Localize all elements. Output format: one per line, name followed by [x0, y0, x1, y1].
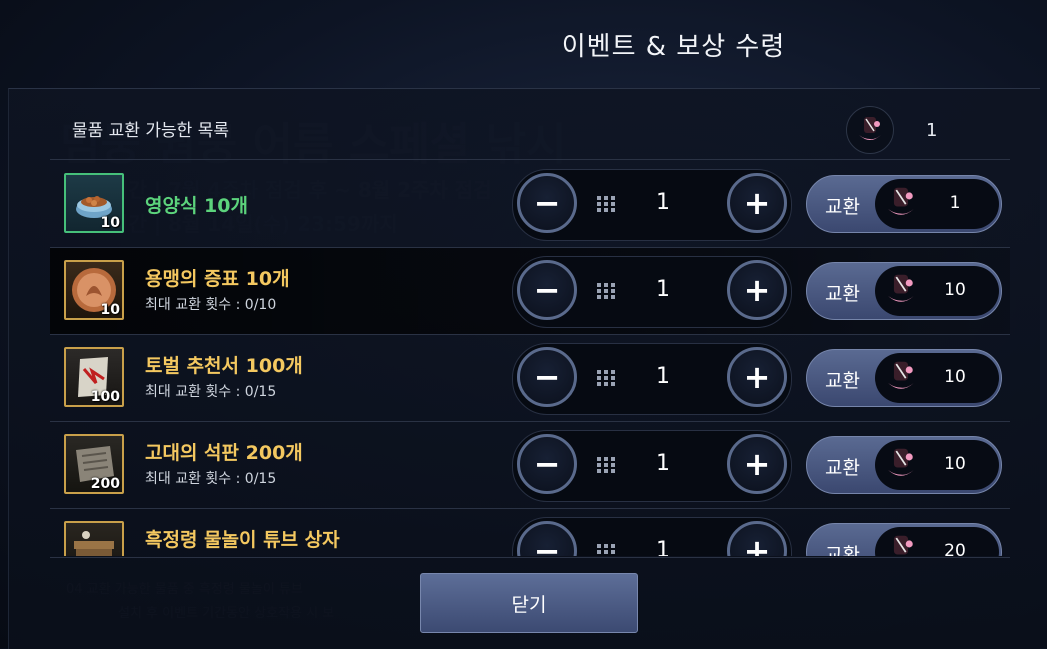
- quantity-value[interactable]: 1: [633, 277, 693, 302]
- exchange-label: 교환: [825, 457, 860, 479]
- ancient-tablet-icon: 200: [64, 434, 124, 494]
- quantity-value[interactable]: 1: [633, 364, 693, 389]
- exchange-button[interactable]: 교환 20: [806, 523, 1002, 556]
- exchange-button[interactable]: 교환 10: [806, 262, 1002, 320]
- quantity-value[interactable]: 1: [633, 538, 693, 556]
- list-item: 10 용맹의 증표 10개 최대 교환 횟수 : 0/10 − 1 + 교환 1…: [50, 248, 1010, 334]
- calculator-icon[interactable]: [597, 196, 615, 212]
- decrease-button[interactable]: −: [517, 521, 577, 556]
- icon-quantity: 100: [90, 389, 120, 405]
- decrease-button[interactable]: −: [517, 173, 577, 233]
- icon-quantity: 10: [100, 302, 120, 318]
- calculator-icon[interactable]: [597, 283, 615, 299]
- tube-box-icon: [64, 521, 124, 556]
- exchange-cost-value: 10: [944, 454, 966, 474]
- fishing-bait-token-icon: [888, 187, 914, 215]
- pet-food-bowl-icon: 10: [64, 173, 124, 233]
- increase-button[interactable]: +: [727, 260, 787, 320]
- increase-button[interactable]: +: [727, 347, 787, 407]
- exchange-cost-value: 1: [949, 193, 961, 213]
- exchange-cost: 10: [875, 353, 999, 403]
- exchange-button[interactable]: 교환 10: [806, 349, 1002, 407]
- item-name: 영양식 10개: [145, 195, 248, 217]
- list-item: 200 고대의 석판 200개 최대 교환 횟수 : 0/15 − 1 + 교환…: [50, 422, 1010, 508]
- icon-quantity: 10: [100, 215, 120, 231]
- quantity-stepper: − 1 +: [512, 517, 792, 556]
- exchange-list[interactable]: 10 영양식 10개 − 1 + 교환 1 10 용맹의 증표 10개 최대 교…: [50, 160, 1010, 556]
- quantity-value[interactable]: 1: [633, 451, 693, 476]
- quantity-stepper: − 1 +: [512, 169, 792, 241]
- quantity-value[interactable]: 1: [633, 190, 693, 215]
- decrease-button[interactable]: −: [517, 347, 577, 407]
- list-bottom-divider: [50, 557, 1010, 558]
- close-button[interactable]: 닫기: [420, 573, 638, 633]
- exchange-cost-value: 20: [944, 541, 966, 556]
- exchange-button[interactable]: 교환 10: [806, 436, 1002, 494]
- fishing-bait-token-icon: [888, 274, 914, 302]
- item-name: 용맹의 증표 10개: [145, 268, 290, 290]
- item-name: 흑정령 물놀이 튜브 상자: [145, 529, 340, 551]
- calculator-icon[interactable]: [597, 457, 615, 473]
- exchange-cost: 20: [875, 527, 999, 556]
- fishing-bait-token-icon: [846, 106, 894, 154]
- bravery-medal-icon: 10: [64, 260, 124, 320]
- recommendation-scroll-icon: 100: [64, 347, 124, 407]
- increase-button[interactable]: +: [727, 434, 787, 494]
- decrease-button[interactable]: −: [517, 434, 577, 494]
- calculator-icon[interactable]: [597, 544, 615, 556]
- fishing-bait-token-icon: [893, 535, 913, 555]
- dialog-title: 이벤트 & 보상 수령: [561, 32, 786, 62]
- quantity-stepper: − 1 +: [512, 343, 792, 415]
- token-count: 1: [926, 120, 938, 141]
- exchange-cost: 1: [875, 179, 999, 229]
- exchange-limit: 최대 교환 횟수 : 0/15: [145, 471, 277, 487]
- increase-button[interactable]: +: [727, 521, 787, 556]
- exchange-limit: 최대 교환 횟수 : 0/10: [145, 297, 277, 313]
- exchange-cost: 10: [875, 266, 999, 316]
- exchange-cost-value: 10: [944, 280, 966, 300]
- exchange-label: 교환: [825, 370, 860, 392]
- quantity-stepper: − 1 +: [512, 256, 792, 328]
- exchange-button[interactable]: 교환 1: [806, 175, 1002, 233]
- list-item: 10 영양식 10개 − 1 + 교환 1: [50, 161, 1010, 247]
- fishing-bait-token-icon: [888, 361, 914, 389]
- list-header: 물품 교환 가능한 목록: [72, 121, 229, 141]
- item-name: 토벌 추천서 100개: [145, 355, 303, 377]
- exchange-label: 교환: [825, 283, 860, 305]
- exchange-limit: 최대 교환 횟수 : 0/15: [145, 384, 277, 400]
- exchange-label: 교환: [825, 196, 860, 218]
- fishing-bait-token-icon: [888, 448, 914, 476]
- increase-button[interactable]: +: [727, 173, 787, 233]
- decrease-button[interactable]: −: [517, 260, 577, 320]
- exchange-cost-value: 10: [944, 367, 966, 387]
- icon-quantity: 200: [90, 476, 120, 492]
- exchange-cost: 10: [875, 440, 999, 490]
- list-item: 흑정령 물놀이 튜브 상자 − 1 + 교환 20: [50, 509, 1010, 556]
- quantity-stepper: − 1 +: [512, 430, 792, 502]
- calculator-icon[interactable]: [597, 370, 615, 386]
- item-name: 고대의 석판 200개: [145, 442, 303, 464]
- list-item: 100 토벌 추천서 100개 최대 교환 횟수 : 0/15 − 1 + 교환…: [50, 335, 1010, 421]
- exchange-label: 교환: [825, 544, 860, 556]
